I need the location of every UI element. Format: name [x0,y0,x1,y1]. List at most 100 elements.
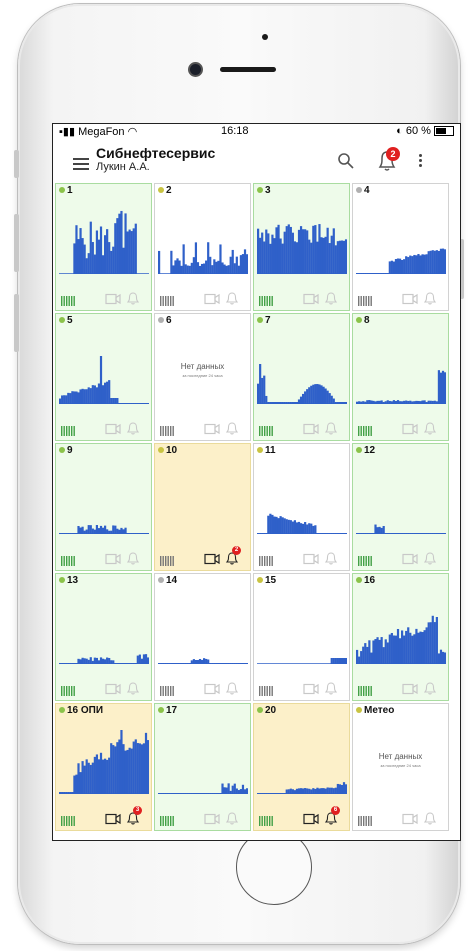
alert-bell-icon[interactable] [423,811,437,825]
camera-icon[interactable] [303,682,319,695]
production-sparkline [356,615,446,664]
well-tile[interactable]: 14 [154,573,251,701]
well-tile[interactable]: 20 6 [253,703,350,831]
camera-icon[interactable] [204,682,220,695]
camera-icon[interactable] [303,292,319,305]
sparkline-bar [104,758,107,794]
camera-icon[interactable] [402,552,418,565]
production-sparkline [356,524,446,534]
well-label: 16 ОПИ [67,705,104,716]
camera-icon[interactable] [303,812,319,825]
camera-icon[interactable] [402,812,418,825]
well-tile[interactable]: 7 [253,313,350,441]
well-tile[interactable]: 16 [352,573,449,701]
sparkline-bar [413,634,416,664]
sparkline-bar [138,654,141,664]
well-tile[interactable]: 8 [352,313,449,441]
alert-bell-icon[interactable] [423,291,437,305]
sparkline-bar [81,526,84,534]
well-tile[interactable]: 3 [253,183,350,311]
sparkline-bar [225,787,228,794]
camera-icon[interactable] [105,682,121,695]
camera-icon[interactable] [105,552,121,565]
well-tile[interactable]: 13 [55,573,152,701]
camera-icon[interactable] [303,552,319,565]
sparkline-bar [417,253,420,274]
well-tile[interactable]: Метео Нет данных за последние 24 часа [352,703,449,831]
search-icon[interactable] [337,152,355,170]
well-tile[interactable]: 9 [55,443,152,571]
alert-bell-icon[interactable] [423,551,437,565]
well-tile[interactable]: 16 ОПИ 3 [55,703,152,831]
sparkline-bar [336,783,339,794]
alert-bell-icon[interactable] [126,421,140,435]
barcode-status-icon [160,423,174,436]
hamburger-menu-icon[interactable] [73,158,89,173]
sparkline-bar [362,646,365,664]
sparkline-bar [95,657,99,664]
well-tile[interactable]: 1 [55,183,152,311]
camera-icon[interactable] [105,812,121,825]
sparkline-bar [275,516,278,534]
alert-bell-icon[interactable] [225,811,239,825]
well-tile[interactable]: 10 2 [154,443,251,571]
sparkline-bar [205,260,208,274]
alert-bell-icon[interactable] [423,681,437,695]
alert-bell-icon[interactable] [225,291,239,305]
well-tile[interactable]: 4 [352,183,449,311]
camera-icon[interactable] [204,812,220,825]
sparkline-bar [271,514,274,534]
alert-bell-icon[interactable] [423,421,437,435]
camera-icon[interactable] [402,292,418,305]
well-tile[interactable]: 12 [352,443,449,571]
sparkline-bar [79,772,82,794]
alert-bell-icon[interactable] [324,291,338,305]
status-dot [59,447,65,453]
sparkline-bar [93,657,96,664]
camera-icon[interactable] [204,552,220,565]
alert-bell-icon[interactable] [324,551,338,565]
sparkline-bar [227,265,230,274]
sparkline-bar [263,375,266,404]
alert-bell-icon[interactable] [225,421,239,435]
sparkline-bar [427,622,430,664]
camera-icon[interactable] [204,422,220,435]
well-tile[interactable]: 2 [154,183,251,311]
well-tile[interactable]: 15 [253,573,350,701]
camera-icon[interactable] [402,422,418,435]
well-tile[interactable]: 6 Нет данных за последние 24 часа [154,313,251,441]
well-label: 4 [364,185,370,196]
more-options-icon[interactable] [419,154,423,169]
camera-icon[interactable] [303,422,319,435]
alert-bell-icon[interactable] [126,551,140,565]
well-tile[interactable]: 11 [253,443,350,571]
sparkline-bar [142,654,146,664]
company-name: Сибнефтесервис [96,145,216,161]
sparkline-bar [97,383,101,404]
sparkline-bar [358,656,361,664]
sparkline-bar [75,225,78,274]
sparkline-bar [374,639,377,664]
camera-icon[interactable] [105,292,121,305]
sparkline-bar [89,525,92,534]
sparkline-bar [124,527,127,534]
sparkline-bar [104,525,107,534]
alert-bell-icon[interactable] [324,421,338,435]
sparkline-bar [144,654,148,664]
sparkline-bar [259,237,262,274]
sparkline-bar [378,639,381,664]
camera-icon[interactable] [105,422,121,435]
camera-icon[interactable] [402,682,418,695]
alert-bell-icon[interactable] [324,681,338,695]
camera-icon[interactable] [204,292,220,305]
well-tile[interactable]: 5 [55,313,152,441]
sparkline-bar [108,657,111,664]
well-tile[interactable]: 17 [154,703,251,831]
production-sparkline [158,242,248,274]
alert-bell-icon[interactable] [126,681,140,695]
alert-bell-icon[interactable] [126,291,140,305]
alert-bell-icon[interactable] [225,681,239,695]
status-bar: ▪▮▮ MegaFon ◠ 16:18 ◐ 60 % [53,124,460,138]
sparkline-bar [330,395,333,404]
sparkline-bar [338,784,342,794]
